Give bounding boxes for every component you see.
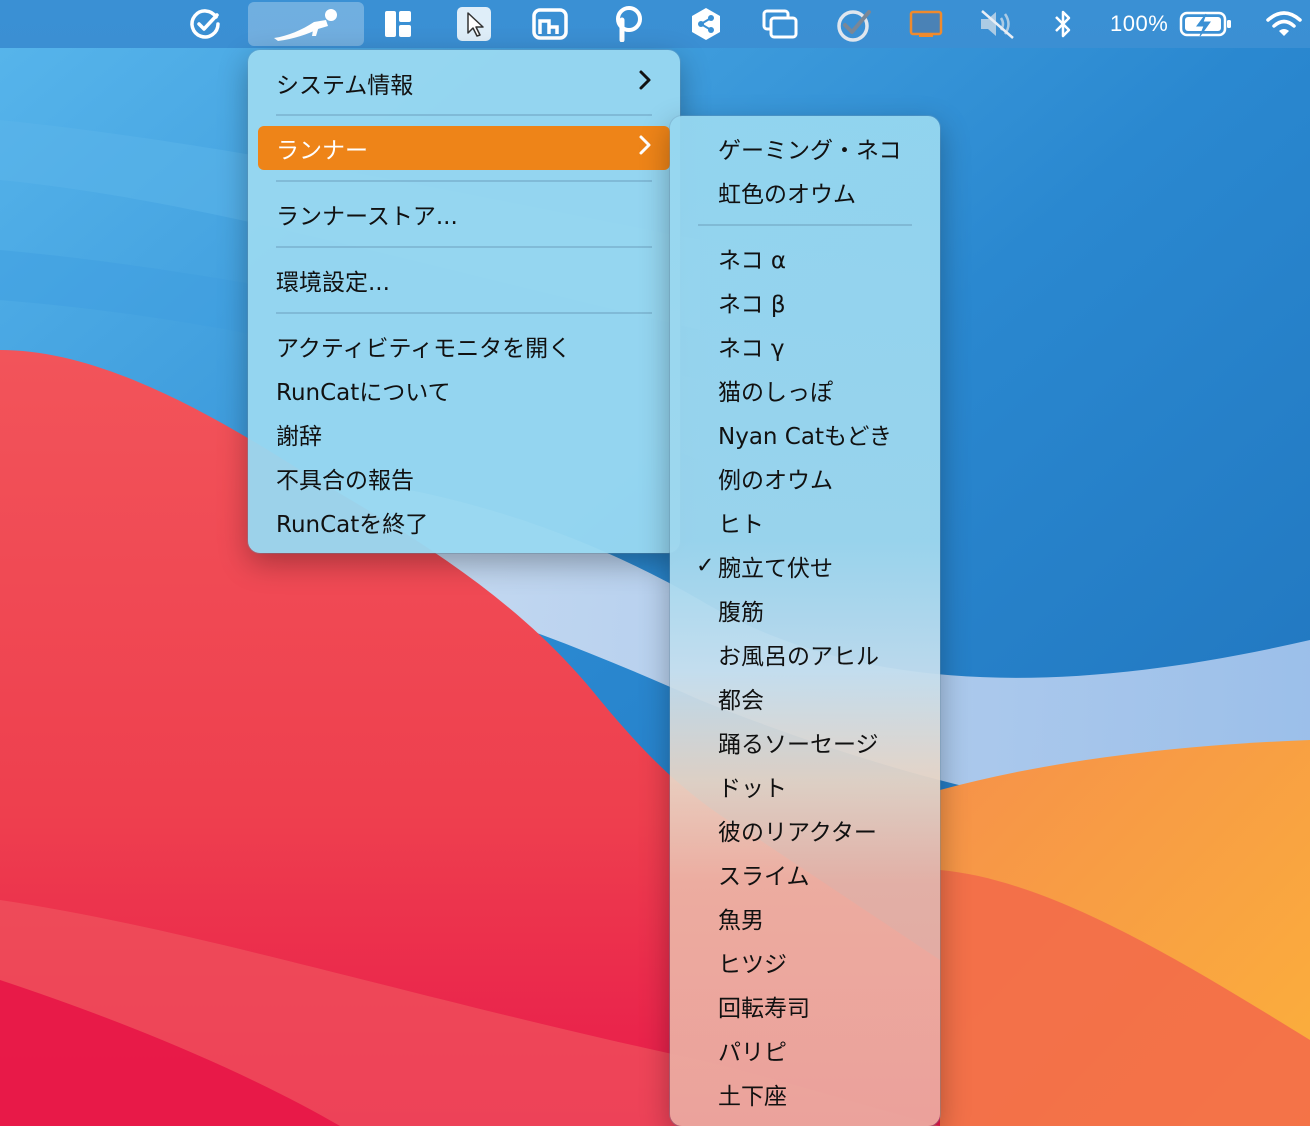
share-hexagon-icon[interactable] [686,0,726,48]
runner-item[interactable]: 回転寿司 [680,984,930,1028]
runner-item[interactable]: ゲーミング・ネコ [680,126,930,170]
runner-item-label: 腕立て伏せ [718,556,833,582]
menu-item-runner-store[interactable]: ランナーストア... [258,192,670,236]
runner-item-label: 例のオウム [718,468,833,494]
menu-item-system-info[interactable]: システム情報 [258,61,670,105]
runner-item-label: 猫のしっぽ [718,380,833,406]
runner-item-label: 虹色のオウム [718,182,856,208]
runcat-menu: システム情報 ランナー ランナーストア... 環境設定... アクティビティモニ… [248,50,680,553]
battery-percent-text: 100% [1110,11,1169,36]
chevron-right-icon [638,69,652,97]
runner-item-label: 都会 [718,688,764,714]
menu-bar: 100% [0,0,1310,48]
battery-percent: 100% [1110,0,1174,48]
runner-item-label: お風呂のアヒル [718,644,879,670]
menu-item-acknowledgements[interactable]: 謝辞 [258,412,670,456]
menu-item-quit[interactable]: RunCatを終了 [258,500,670,544]
menu-item-label: RunCatについて [276,380,451,406]
windows-icon[interactable] [758,0,802,48]
runner-item[interactable]: ネコ γ [680,324,930,368]
menu-item-label: 謝辞 [276,424,322,450]
menu-separator [276,246,652,248]
menu-item-label: 不具合の報告 [276,468,414,494]
menu-item-label: 環境設定... [276,270,390,296]
menu-item-label: アクティビティモニタを開く [276,336,572,362]
runner-item[interactable]: ネコ β [680,280,930,324]
menu-item-label: ランナーストア... [276,204,458,230]
runner-submenu: ゲーミング・ネコ 虹色のオウム ネコ α ネコ β ネコ γ 猫のしっぽ Nya… [670,116,940,1126]
menu-item-label: ランナー [276,138,368,164]
stats-graph-icon[interactable] [528,0,572,48]
display-icon[interactable] [906,0,946,48]
layout-grid-icon[interactable] [378,0,418,48]
runner-item[interactable]: パリピ [680,1028,930,1072]
runner-item-label: ネコ β [718,292,786,318]
runner-item-label: 腹筋 [718,600,764,626]
checkmark-icon: ✓ [696,553,715,579]
menu-separator [698,224,912,226]
runner-item[interactable]: 踊るソーセージ [680,720,930,764]
wifi-icon[interactable] [1262,0,1306,48]
battery-charging-icon[interactable] [1178,0,1234,48]
runner-item-label: 彼のリアクター [718,820,877,846]
runner-item[interactable]: 彼のリアクター [680,808,930,852]
runner-item[interactable]: ドット [680,764,930,808]
runner-item[interactable]: スライム [680,852,930,896]
runner-item-label: 魚男 [718,908,764,934]
runner-item-label: ヒト [718,512,764,538]
check-badge-icon[interactable] [832,0,876,48]
runner-item[interactable]: Nyan Catもどき [680,412,930,456]
runner-item-label: ゲーミング・ネコ [718,138,902,164]
runner-item[interactable]: 虹色のオウム [680,170,930,214]
runner-item-label: パリピ [718,1040,787,1066]
runner-item[interactable]: 土下座 [680,1072,930,1116]
chevron-right-icon [638,134,652,162]
runner-item-label: スライム [718,864,810,890]
runner-item[interactable]: ヒト [680,500,930,544]
runner-item-label: 土下座 [718,1084,787,1110]
runner-item-label: 踊るソーセージ [718,732,879,758]
runner-item-selected[interactable]: ✓ 腕立て伏せ [680,544,930,588]
runner-item-label: ドット [718,776,787,802]
runner-item[interactable]: お風呂のアヒル [680,632,930,676]
menu-separator [276,180,652,182]
runner-item[interactable]: 魚男 [680,896,930,940]
runner-pushup-icon[interactable] [248,2,364,46]
runner-item[interactable]: ヒツジ [680,940,930,984]
menu-item-open-activity-monitor[interactable]: アクティビティモニタを開く [258,324,670,368]
menu-separator [276,312,652,314]
runner-item[interactable]: 例のオウム [680,456,930,500]
menu-item-about[interactable]: RunCatについて [258,368,670,412]
runner-item[interactable]: 腹筋 [680,588,930,632]
menu-item-report-bug[interactable]: 不具合の報告 [258,456,670,500]
menu-item-label: RunCatを終了 [276,512,429,538]
runner-item-label: ネコ α [718,248,787,274]
runner-item-label: ネコ γ [718,336,785,362]
runner-item[interactable]: ネコ α [680,236,930,280]
menu-item-runner[interactable]: ランナー [258,126,670,170]
speaker-muted-icon[interactable] [976,0,1018,48]
checkmark-circle-icon[interactable] [180,0,230,48]
menu-item-preferences[interactable]: 環境設定... [258,258,670,302]
runner-item-label: Nyan Catもどき [718,424,892,450]
menu-item-label: システム情報 [276,73,414,99]
runner-item[interactable]: 猫のしっぽ [680,368,930,412]
runner-item-label: ヒツジ [718,952,787,978]
runner-item-label: 回転寿司 [718,996,810,1022]
bluetooth-icon[interactable] [1048,0,1078,48]
menu-separator [276,114,652,116]
runner-item[interactable]: 都会 [680,676,930,720]
p-circle-icon[interactable] [608,0,648,48]
cursor-icon[interactable] [453,0,495,48]
